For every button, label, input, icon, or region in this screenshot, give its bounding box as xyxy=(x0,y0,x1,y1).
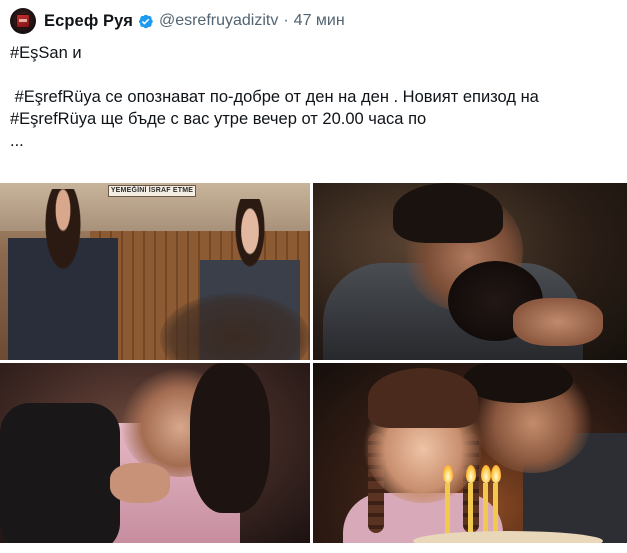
separator-dot: · xyxy=(283,12,289,29)
user-handle[interactable]: @esrefruyadizitv xyxy=(159,12,278,30)
photo-4[interactable] xyxy=(313,363,627,543)
candle-icon xyxy=(493,483,498,538)
photo-1[interactable]: YEMEĞİNİ İSRAF ETME xyxy=(0,183,310,360)
wall-sign: YEMEĞİNİ İSRAF ETME xyxy=(108,185,196,197)
verified-badge-icon xyxy=(138,14,153,28)
candle-icon xyxy=(483,483,488,538)
photo-3[interactable] xyxy=(0,363,310,543)
timestamp[interactable]: 47 мин xyxy=(294,12,345,30)
tweet-line: #EşSan и xyxy=(10,44,82,62)
photo-2[interactable] xyxy=(313,183,627,360)
tweet-text: #EşSan и #EşrefRüya се опознават по-добр… xyxy=(10,42,610,152)
tweet-line[interactable]: ... xyxy=(10,130,610,152)
woman-figure xyxy=(8,189,118,360)
candle-icon xyxy=(445,483,450,538)
candle-icon xyxy=(468,483,473,538)
tweet-line: #EşrefRüya ще бъде с вас утре вечер от 2… xyxy=(10,110,427,128)
tweet-line: #EşrefRüya се опознават по-добре от ден … xyxy=(10,88,539,106)
tweet-header: Есреф Руя @esrefruyadizitv · 47 мин xyxy=(10,8,345,34)
channel-logo-icon xyxy=(16,14,30,28)
avatar[interactable] xyxy=(10,8,36,34)
display-name[interactable]: Есреф Руя xyxy=(44,12,133,31)
media-grid: YEMEĞİNİ İSRAF ETME xyxy=(0,183,627,543)
